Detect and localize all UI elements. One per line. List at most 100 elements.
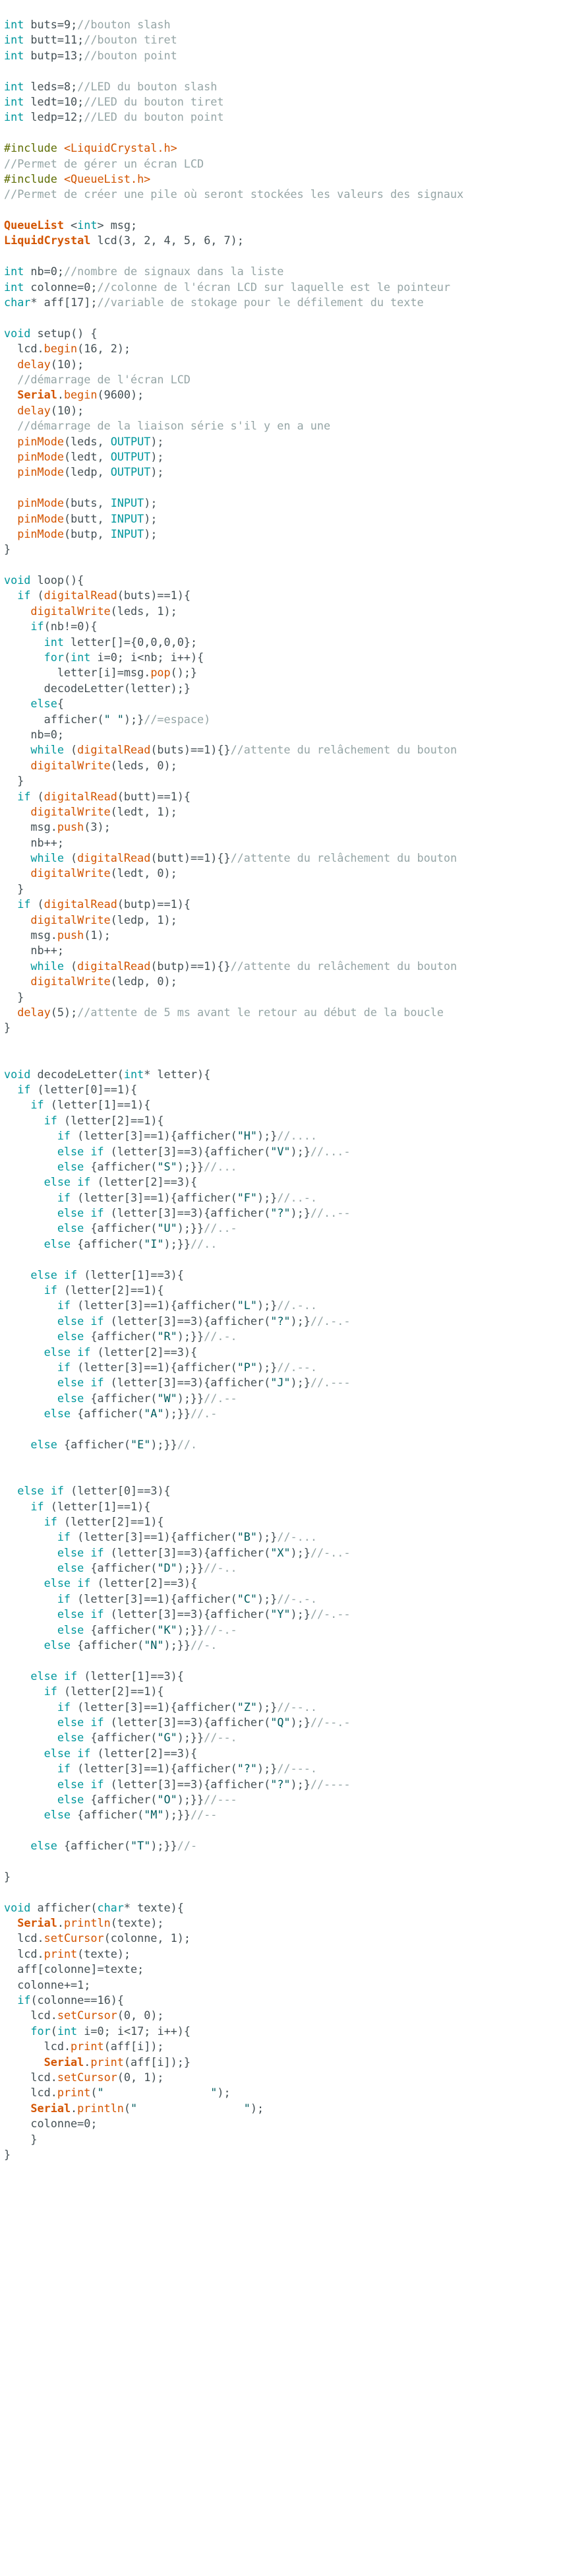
code-line: else {afficher("I");}}//..: [44, 1237, 218, 1250]
code-line: nb++;: [30, 944, 64, 957]
code-line: while (digitalRead(butt)==1){}//attente …: [30, 851, 458, 865]
code-line: lcd.print(texte);: [17, 1947, 131, 1960]
code-line: int letter[]={0,0,0,0};: [44, 635, 198, 649]
code-line: if (letter[3]==1){afficher("P");}//.--.: [57, 1360, 317, 1374]
code-line: if (letter[0]==1){: [17, 1082, 138, 1096]
code-line: LiquidCrystal lcd(3, 2, 4, 5, 6, 7);: [4, 234, 244, 247]
code-line: else if (letter[3]==3){afficher("Y");}//…: [57, 1607, 351, 1621]
code-line: ​: [4, 63, 565, 79]
code-line: else {afficher("N");}}//-.: [44, 1638, 218, 1652]
code-line: else {afficher("K");}}//-.-: [57, 1623, 237, 1636]
code-line: delay(10);: [17, 357, 84, 371]
code-line: msg.push(1);: [30, 928, 111, 942]
code-line: }: [4, 1869, 11, 1883]
code-line: pinMode(ledp, OUTPUT);: [17, 465, 164, 479]
code-line: if (letter[3]==1){afficher("B");}//-...: [57, 1530, 317, 1544]
code-line: ​: [4, 125, 565, 141]
code-line: delay(10);: [17, 403, 84, 417]
code-line: void loop(){: [4, 573, 84, 587]
code-line: lcd.begin(16, 2);: [17, 342, 131, 356]
code-line: else {afficher("M");}}//--: [44, 1808, 218, 1822]
code-line: if (letter[3]==1){afficher("C");}//-.-.: [57, 1592, 317, 1605]
code-line: int buts=9;//bouton slash: [4, 18, 171, 31]
code-line: else {afficher("D");}}//-..: [57, 1561, 237, 1575]
code-line: else if (letter[3]==3){afficher("V");}//…: [57, 1144, 351, 1158]
code-line: if (letter[2]==1){: [44, 1514, 164, 1528]
code-line: Serial.print(aff[i]);}: [44, 2055, 191, 2069]
code-line: else if (letter[2]==3){: [44, 1345, 198, 1359]
code-line: if (digitalRead(butp)==1){: [17, 897, 191, 911]
code-line: else if (letter[1]==3){: [30, 1669, 184, 1683]
code-listing: int buts=9;//bouton slash int butt=11;//b…: [0, 0, 565, 2162]
code-line: else {afficher("A");}}//.-: [44, 1407, 218, 1421]
code-line: //démarrage de la liaison série s'il y e…: [17, 419, 331, 433]
code-line: ​: [4, 1468, 565, 1483]
code-line: }: [4, 542, 11, 556]
code-line: int butp=13;//bouton point: [4, 48, 177, 62]
code-line: ​: [4, 310, 565, 325]
code-line: lcd.setCursor(0, 1);: [30, 2070, 164, 2084]
code-line: digitalWrite(leds, 1);: [30, 604, 177, 618]
code-line: if (letter[1]==1){: [30, 1098, 151, 1112]
code-line: ​: [4, 249, 565, 264]
code-line: pinMode(ledt, OUTPUT);: [17, 449, 164, 463]
code-line: lcd.print(" ");: [30, 2086, 231, 2100]
code-line: if (letter[2]==1){: [44, 1283, 164, 1297]
code-line: colonne+=1;: [17, 1978, 91, 1991]
code-line: else {afficher("U");}}//..-: [57, 1221, 237, 1235]
code-line: ​: [4, 1853, 565, 1869]
code-line: int nb=0;//nombre de signaux dans la lis…: [4, 265, 284, 278]
code-line: pinMode(leds, OUTPUT);: [17, 434, 164, 448]
code-line: ​: [4, 558, 565, 573]
code-line: else{: [30, 697, 64, 711]
code-line: if (letter[3]==1){afficher("F");}//..-.: [57, 1190, 317, 1204]
code-line: else {afficher("S");}}//...: [57, 1159, 237, 1173]
code-line: else if (letter[2]==3){: [44, 1175, 198, 1189]
code-line: ​: [4, 1036, 565, 1051]
code-line: decodeLetter(letter);}: [44, 681, 191, 695]
code-line: ​: [4, 1051, 565, 1066]
code-line: }: [4, 882, 24, 895]
code-line: int ledt=10;//LED du bouton tiret: [4, 94, 224, 108]
code-line: int leds=8;//LED du bouton slash: [4, 79, 218, 93]
code-line: pinMode(buts, INPUT);: [17, 496, 158, 510]
code-line: else if (letter[3]==3){afficher("?");}//…: [57, 1314, 351, 1328]
code-line: #include <LiquidCrystal.h>: [4, 141, 177, 155]
code-line: }: [4, 990, 24, 1004]
code-line: if (letter[2]==1){: [44, 1685, 164, 1698]
code-line: if(colonne==16){: [17, 1993, 124, 2007]
code-line: else if (letter[2]==3){: [44, 1746, 198, 1760]
code-line: void setup() {: [4, 326, 98, 340]
code-line: afficher(" ");}//=espace): [44, 712, 211, 726]
code-line: if (letter[2]==1){: [44, 1113, 164, 1127]
code-line: QueueList <int> msg;: [4, 218, 138, 232]
code-line: //démarrage de l'écran LCD: [17, 372, 191, 386]
code-line: ​: [4, 480, 565, 496]
code-line: if (letter[3]==1){afficher("L");}//.-..: [57, 1299, 317, 1312]
code-line: char* aff[17];//variable de stokage pour…: [4, 296, 424, 309]
code-line: digitalWrite(ledp, 0);: [30, 975, 177, 988]
code-line: int colonne=0;//colonne de l'écran LCD s…: [4, 280, 450, 294]
code-line: for(int i=0; i<nb; i++){: [44, 651, 204, 664]
code-line: if (letter[3]==1){afficher("Z");}//--..: [57, 1700, 317, 1714]
code-line: else {afficher("W");}}//.--: [57, 1391, 237, 1405]
code-line: lcd.setCursor(0, 0);: [30, 2009, 164, 2022]
code-line: lcd.print(aff[i]);: [44, 2040, 164, 2053]
code-line: else if (letter[2]==3){: [44, 1576, 198, 1590]
code-line: ​: [4, 1452, 565, 1467]
code-line: #include <QueueList.h>: [4, 172, 151, 185]
code-line: while (digitalRead(butp)==1){}//attente …: [30, 959, 458, 973]
code-line: else {afficher("G");}}//--.: [57, 1731, 237, 1745]
code-line: lcd.setCursor(colonne, 1);: [17, 1931, 191, 1945]
code-line: pinMode(butt, INPUT);: [17, 511, 158, 525]
code-line: }: [4, 2132, 38, 2146]
code-line: letter[i]=msg.pop();}: [57, 666, 198, 680]
code-line: }: [4, 774, 24, 788]
code-line: else if (letter[3]==3){afficher("X");}//…: [57, 1545, 351, 1559]
code-line: else if (letter[3]==3){afficher("?");}//…: [57, 1206, 351, 1220]
code-line: ​: [4, 1252, 565, 1267]
code-line: digitalWrite(ledt, 0);: [30, 866, 177, 880]
code-line: else {afficher("T");}}//-: [30, 1839, 198, 1853]
code-line: pinMode(butp, INPUT);: [17, 527, 158, 540]
code-line: else if (letter[3]==3){afficher("J");}//…: [57, 1376, 351, 1390]
